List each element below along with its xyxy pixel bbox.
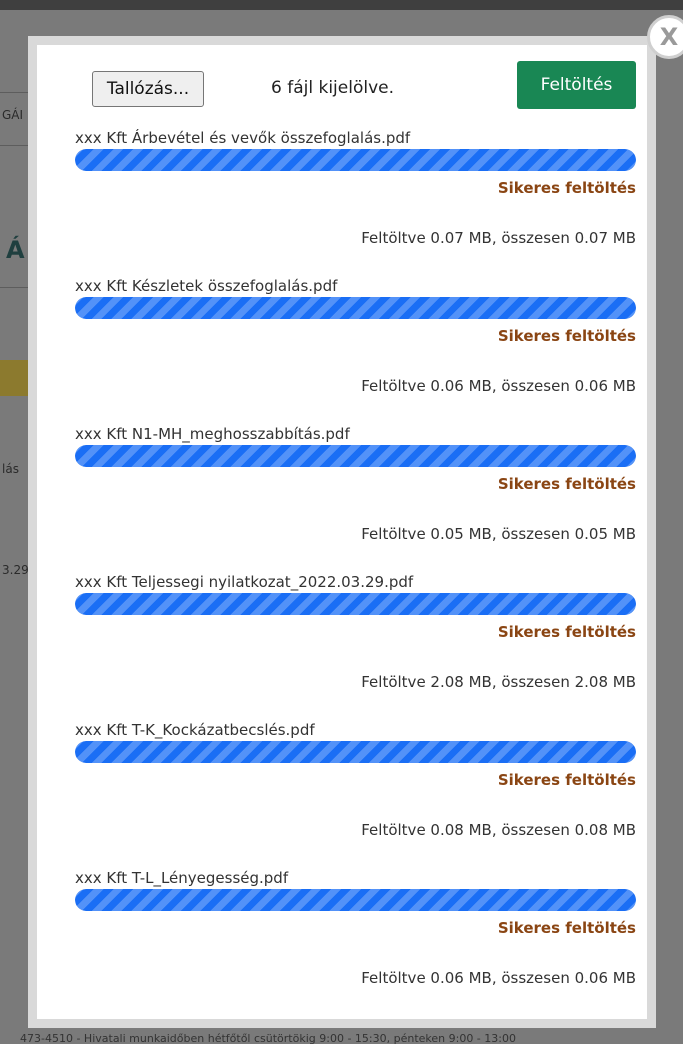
- upload-status: Sikeres feltöltés: [497, 623, 636, 641]
- upload-status: Sikeres feltöltés: [497, 475, 636, 493]
- upload-size-info: Feltöltve 2.08 MB, összesen 2.08 MB: [361, 673, 636, 691]
- progress-fill: [75, 593, 636, 615]
- progress-bar: [75, 889, 636, 911]
- background-fragment: Á: [6, 236, 25, 264]
- progress-fill: [75, 741, 636, 763]
- browse-button[interactable]: Tallózás...: [92, 71, 204, 107]
- background-fragment: GÁI: [2, 108, 24, 122]
- progress-bar: [75, 445, 636, 467]
- file-item: xxx Kft N1-MH_meghosszabbítás.pdf Sikere…: [75, 425, 636, 573]
- background-topbar: [0, 0, 683, 10]
- upload-size-info: Feltöltve 0.07 MB, összesen 0.07 MB: [361, 229, 636, 247]
- close-icon: X: [659, 23, 679, 51]
- progress-bar: [75, 149, 636, 171]
- file-name: xxx Kft T-L_Lényegesség.pdf: [75, 869, 289, 887]
- upload-dialog: Tallózás... 6 fájl kijelölve. Feltöltés …: [28, 36, 656, 1028]
- files-selected-label: 6 fájl kijelölve.: [271, 78, 394, 98]
- progress-fill: [75, 149, 636, 171]
- progress-fill: [75, 889, 636, 911]
- progress-fill: [75, 445, 636, 467]
- file-name: xxx Kft Készletek összefoglalás.pdf: [75, 277, 338, 295]
- upload-status: Sikeres feltöltés: [497, 179, 636, 197]
- upload-size-info: Feltöltve 0.08 MB, összesen 0.08 MB: [361, 821, 636, 839]
- file-name: xxx Kft Teljessegi nyilatkozat_2022.03.2…: [75, 573, 414, 591]
- background-footer-text: 473-4510 - Hivatali munkaidőben hétfőtől…: [20, 1032, 516, 1044]
- progress-bar: [75, 297, 636, 319]
- file-list: xxx Kft Árbevétel és vevők összefoglalás…: [75, 129, 636, 1017]
- background-fragment: 3.29: [2, 563, 29, 577]
- file-item: xxx Kft T-L_Lényegesség.pdf Sikeres felt…: [75, 869, 636, 1017]
- progress-bar: [75, 741, 636, 763]
- upload-status: Sikeres feltöltés: [497, 919, 636, 937]
- file-name: xxx Kft Árbevétel és vevők összefoglalás…: [75, 129, 411, 147]
- file-item: xxx Kft T-K_Kockázatbecslés.pdf Sikeres …: [75, 721, 636, 869]
- close-button[interactable]: X: [647, 15, 683, 59]
- file-name: xxx Kft T-K_Kockázatbecslés.pdf: [75, 721, 315, 739]
- upload-size-info: Feltöltve 0.05 MB, összesen 0.05 MB: [361, 525, 636, 543]
- progress-bar: [75, 593, 636, 615]
- upload-button[interactable]: Feltöltés: [517, 61, 636, 109]
- upload-status: Sikeres feltöltés: [497, 771, 636, 789]
- file-item: xxx Kft Árbevétel és vevők összefoglalás…: [75, 129, 636, 277]
- file-name: xxx Kft N1-MH_meghosszabbítás.pdf: [75, 425, 350, 443]
- upload-size-info: Feltöltve 0.06 MB, összesen 0.06 MB: [361, 377, 636, 395]
- background-fragment: lás: [2, 462, 19, 476]
- upload-size-info: Feltöltve 0.06 MB, összesen 0.06 MB: [361, 969, 636, 987]
- file-item: xxx Kft Készletek összefoglalás.pdf Sike…: [75, 277, 636, 425]
- upload-status: Sikeres feltöltés: [497, 327, 636, 345]
- progress-fill: [75, 297, 636, 319]
- file-item: xxx Kft Teljessegi nyilatkozat_2022.03.2…: [75, 573, 636, 721]
